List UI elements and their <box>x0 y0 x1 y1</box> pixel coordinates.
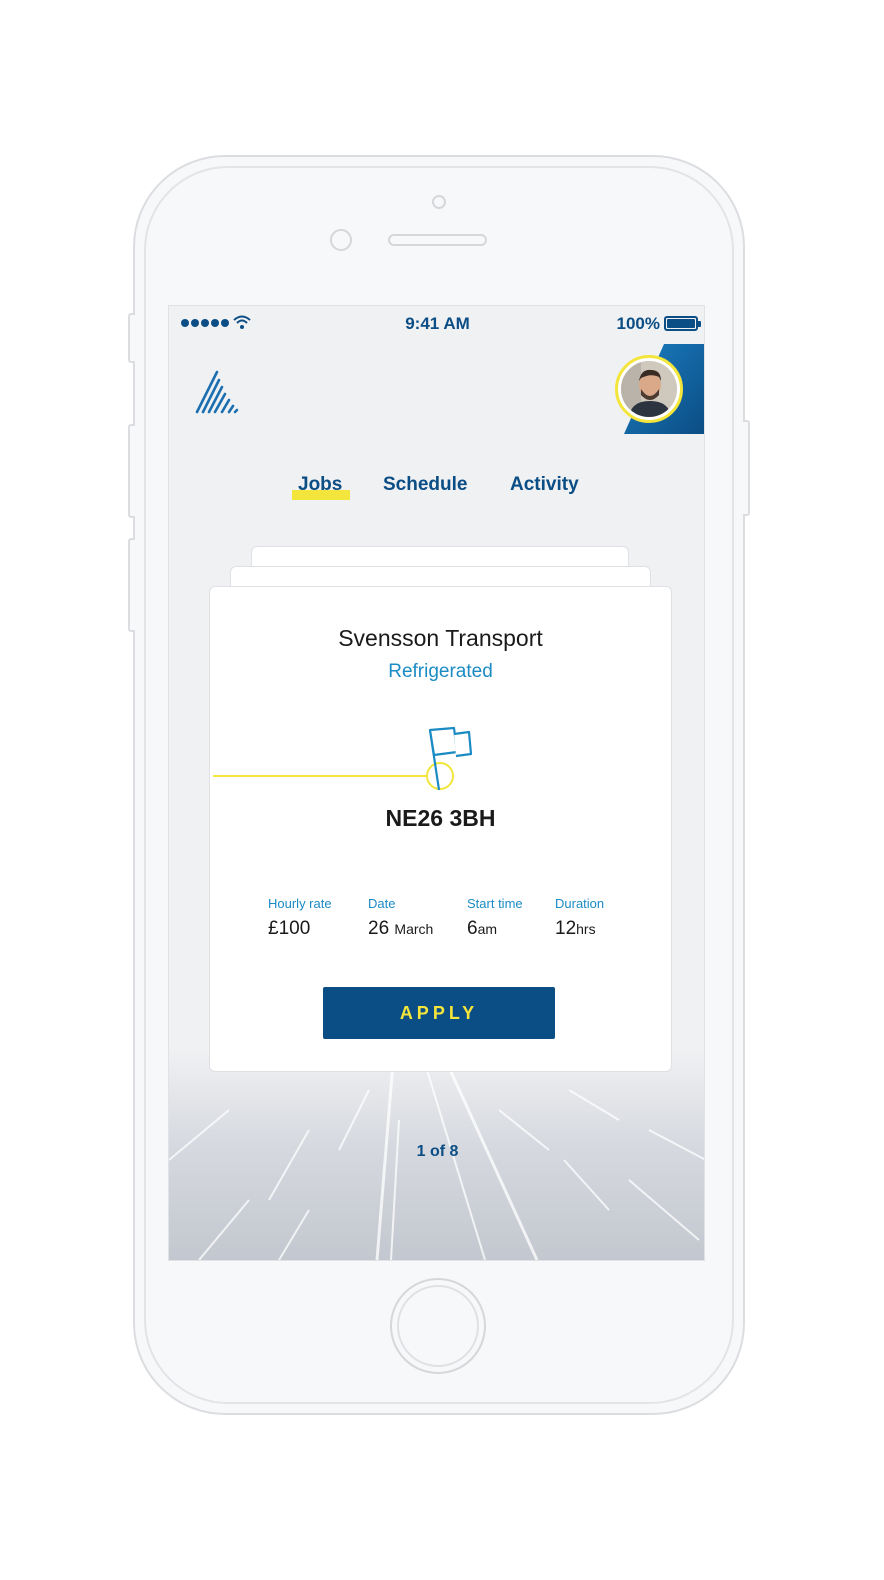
tab-schedule[interactable]: Schedule <box>383 474 467 496</box>
volume-down-button <box>128 538 135 632</box>
app-screen: 9:41 AM 100% Jobs Schedule Activity Sven… <box>168 305 705 1261</box>
status-bar: 9:41 AM 100% <box>169 306 704 342</box>
power-button <box>743 420 750 516</box>
front-camera <box>432 195 446 209</box>
pagination-indicator: 1 of 8 <box>416 1143 459 1160</box>
tab-jobs[interactable]: Jobs <box>298 474 342 496</box>
detail-start-time: Start time 6am <box>467 896 523 939</box>
route-line <box>213 726 473 791</box>
job-card[interactable]: Svensson Transport Refrigerated NE26 3BH… <box>209 586 672 1072</box>
volume-up-button <box>128 424 135 518</box>
avatar-photo <box>621 361 677 417</box>
battery-percentage: 100% <box>616 314 660 333</box>
company-name: Svensson Transport <box>338 625 543 651</box>
detail-date: Date 26 March <box>368 896 434 939</box>
main-tabs: Jobs Schedule Activity <box>169 474 704 504</box>
earpiece-speaker <box>388 234 487 246</box>
home-button[interactable] <box>390 1278 486 1374</box>
detail-hourly-rate: Hourly rate £100 <box>268 896 332 939</box>
job-type: Refrigerated <box>388 661 493 682</box>
user-avatar[interactable] <box>615 355 683 423</box>
tab-activity[interactable]: Activity <box>510 474 579 496</box>
app-logo-icon <box>195 370 239 414</box>
apply-button[interactable]: APPLY <box>323 987 555 1039</box>
proximity-sensor <box>330 229 352 251</box>
detail-duration: Duration 12hrs <box>555 896 605 939</box>
battery-icon <box>664 316 701 331</box>
destination-postcode: NE26 3BH <box>385 805 496 831</box>
mute-switch <box>128 313 135 363</box>
